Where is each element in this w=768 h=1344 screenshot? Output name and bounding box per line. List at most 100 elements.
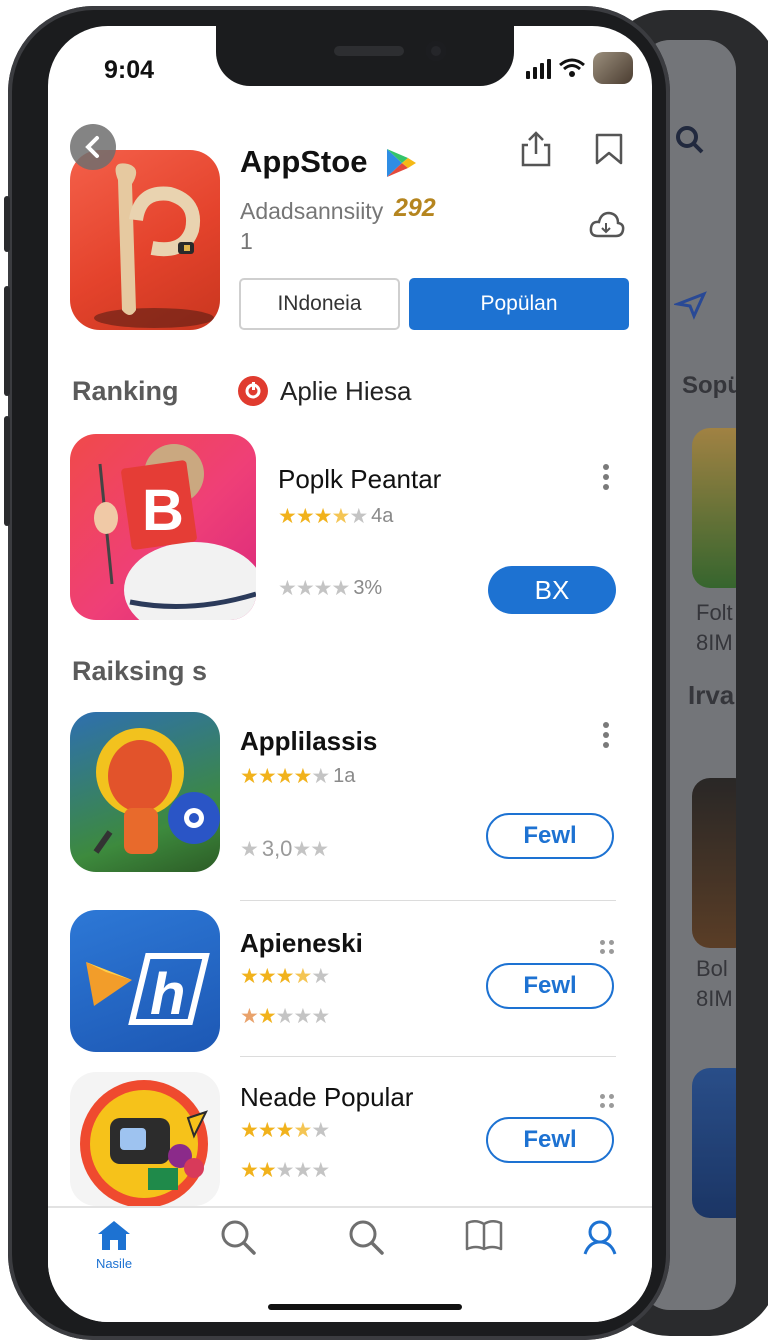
app-thumbnail[interactable]: [70, 712, 220, 872]
secondary-label: 3,0: [261, 836, 293, 861]
svg-text:B: B: [142, 478, 184, 543]
secondary-rating: ★ 3,0 ★ ★: [240, 836, 329, 862]
star-icon: ★: [275, 1119, 295, 1142]
svg-text:h: h: [150, 962, 185, 1027]
star-icon: ★: [310, 837, 329, 861]
more-options-icon[interactable]: [602, 722, 610, 748]
install-button[interactable]: Fewl: [486, 1117, 614, 1163]
star-icon: ★: [295, 577, 315, 600]
back-button[interactable]: [70, 124, 116, 170]
star-rating: ★ ★ ★ ★ ★: [240, 1118, 330, 1143]
star-icon: ★: [275, 1005, 295, 1028]
volume-button: [4, 196, 10, 252]
star-icon: ★: [278, 577, 297, 600]
phone-frame: 9:04 AppStoe Adadsannsiity 292 1 INdonei…: [4, 6, 670, 1340]
secondary-rating: ★ ★ ★ ★ 3%: [278, 576, 382, 601]
app-thumbnail[interactable]: h: [70, 910, 220, 1052]
section-title-ranking: Ranking: [72, 376, 179, 406]
tab-search[interactable]: [208, 1218, 268, 1256]
app-thumbnail-art: [80, 1080, 208, 1206]
app-thumbnail[interactable]: B: [70, 434, 256, 620]
star-icon: ★: [313, 505, 333, 528]
star-icon: ★: [240, 965, 259, 988]
tab-profile[interactable]: [570, 1218, 630, 1256]
star-icon: ★: [311, 1119, 330, 1142]
tab-search-2[interactable]: [336, 1218, 396, 1256]
avatar[interactable]: [593, 52, 633, 84]
play-logo-icon: [387, 149, 416, 177]
list-divider: [240, 900, 616, 901]
app-thumbnail-art: h: [86, 953, 210, 1027]
star-icon: ★: [293, 765, 312, 788]
star-icon: ★: [311, 1159, 330, 1182]
star-icon: ★: [311, 965, 330, 988]
book-icon: [465, 1220, 503, 1251]
app-name: Apieneski: [240, 928, 363, 958]
get-button[interactable]: BX: [488, 566, 616, 614]
more-options-icon[interactable]: [600, 1094, 614, 1108]
cloud-icon[interactable]: [588, 208, 626, 240]
star-icon: ★: [278, 505, 297, 528]
popular-button[interactable]: Popülan: [409, 278, 629, 330]
app-thumbnail-art: B: [94, 444, 256, 620]
star-icon: ★: [292, 837, 311, 861]
search-icon: [221, 1220, 256, 1255]
star-icon: ★: [257, 965, 277, 988]
harp-illustration: [94, 163, 214, 328]
more-options-icon[interactable]: [600, 940, 614, 954]
signal-icon: [526, 57, 551, 79]
star-icon: ★: [313, 577, 333, 600]
region-button[interactable]: INdoneia: [239, 278, 400, 330]
star-icon: ★: [240, 1159, 259, 1182]
star-icon: ★: [295, 505, 315, 528]
app-rating: 292: [394, 194, 436, 222]
tab-home[interactable]: Nasile: [84, 1218, 144, 1271]
install-button[interactable]: Fewl: [486, 813, 614, 859]
app-name: Applilassis: [240, 726, 378, 756]
star-icon: ★: [331, 505, 350, 528]
star-rating: ★ ★ ★ ★ ★ 4a: [278, 504, 393, 529]
app-thumbnail[interactable]: [70, 1072, 220, 1206]
install-button[interactable]: Fewl: [486, 963, 614, 1009]
notch: [216, 26, 514, 86]
star-icon: ★: [311, 765, 330, 788]
star-icon: ★: [293, 965, 312, 988]
bookmark-icon[interactable]: [592, 132, 626, 166]
app-thumbnail-art: [93, 728, 220, 854]
star-icon: ★: [257, 765, 277, 788]
star-icon: ★: [349, 505, 368, 528]
secondary-rating: ★ ★ ★ ★ ★: [240, 1158, 330, 1183]
rating-label: 1a: [333, 765, 356, 787]
home-indicator: [268, 1304, 462, 1310]
phone-screen: 9:04 AppStoe Adadsannsiity 292 1 INdonei…: [48, 26, 652, 1322]
search-icon: [349, 1220, 384, 1255]
star-icon: ★: [293, 1159, 312, 1182]
star-icon: ★: [275, 965, 295, 988]
more-options-icon[interactable]: [602, 464, 610, 490]
star-icon: ★: [257, 1005, 277, 1028]
star-icon: ★: [240, 1119, 259, 1142]
star-rating: ★ ★ ★ ★ ★ 1a: [240, 764, 355, 789]
star-icon: ★: [257, 1119, 277, 1142]
camera-icon: [426, 41, 446, 61]
share-icon[interactable]: [520, 130, 552, 168]
volume-button: [4, 286, 10, 396]
tab-home-label: Nasile: [95, 1256, 133, 1271]
chevron-left-icon: [85, 136, 99, 158]
status-icons: [526, 52, 633, 84]
tab-library[interactable]: [454, 1218, 514, 1252]
wifi-icon: [559, 58, 585, 77]
app-name: Neade Popular: [240, 1082, 414, 1112]
star-icon: ★: [311, 1005, 330, 1028]
list-divider: [240, 1056, 616, 1057]
app-title: AppStoe: [240, 144, 368, 179]
star-icon: ★: [293, 1119, 312, 1142]
star-icon: ★: [257, 1159, 277, 1182]
star-icon: ★: [331, 577, 350, 600]
volume-button: [4, 416, 10, 526]
rating-label: 4a: [371, 505, 394, 527]
home-icon: [98, 1221, 130, 1250]
star-icon: ★: [275, 1159, 295, 1182]
chip-label[interactable]: Aplie Hiesa: [280, 376, 412, 407]
profile-icon: [583, 1220, 617, 1255]
